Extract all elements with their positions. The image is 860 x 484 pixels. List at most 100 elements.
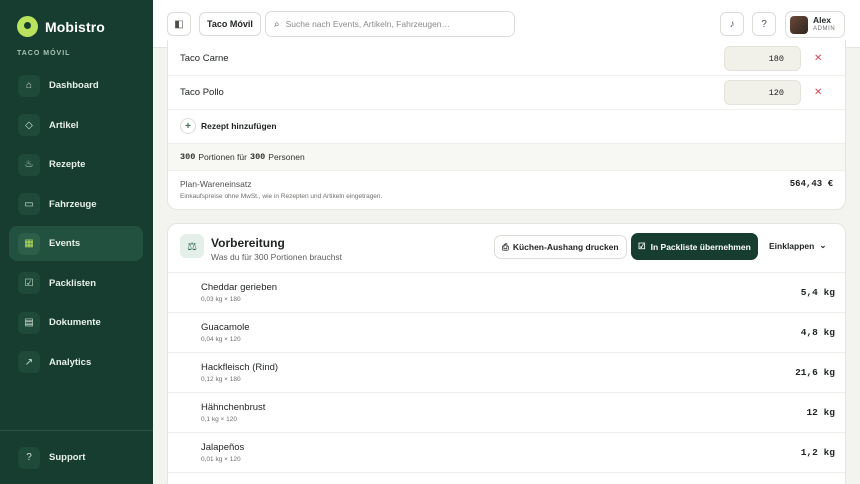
sidebar-item-label: Fahrzeuge (49, 198, 97, 210)
user-role: ADMIN (813, 26, 836, 32)
ingredient-formula: 0,01 kg × 120 (201, 456, 241, 463)
ingredient-formula: 0,04 kg × 120 (201, 336, 241, 343)
chevron-down-icon: ⌄ (819, 240, 827, 250)
list-item: Guacamole 0,04 kg × 120 4,8 kg (168, 313, 845, 353)
scale-icon: ⚖ (180, 234, 204, 258)
apply-to-packlist-button[interactable]: ☑ In Packliste übernehmen (631, 233, 758, 260)
sidebar-item-fahrzeuge[interactable]: ▭ Fahrzeuge (9, 187, 143, 222)
ingredient-name: Guacamole (201, 322, 250, 333)
persons-text: Personen (268, 152, 305, 162)
ingredient-formula: 0,12 kg × 180 (201, 376, 241, 383)
truck-icon: ▭ (18, 193, 40, 215)
apply-label: In Packliste übernehmen (650, 241, 751, 252)
help-circle-icon: ? (18, 446, 40, 469)
printer-icon: ⎙ (502, 241, 509, 252)
document-icon: ▤ (18, 311, 40, 334)
sidebar-item-label: Packlisten (49, 277, 96, 289)
search-box: ⌕ (265, 11, 515, 37)
brand[interactable]: Mobistro (17, 16, 105, 37)
persons-count: 300 (249, 152, 266, 162)
sidebar-item-label: Support (49, 452, 86, 463)
ingredient-amount: 21,6 kg (795, 367, 835, 378)
plan-cost-value: 564,43 € (789, 179, 833, 189)
user-name: Alex (813, 15, 831, 25)
recipe-row: Taco Pollo 120 ✕ (168, 76, 845, 110)
plan-cost-label: Plan-Wareneinsatz (180, 179, 252, 189)
portions-summary: 300 Portionen für 300 Personen (168, 143, 845, 171)
calendar-icon: ▦ (18, 232, 40, 255)
notifications-button[interactable]: ♪ (720, 12, 744, 36)
sidebar-item-packlisten[interactable]: ☑ Packlisten (9, 266, 143, 301)
sidebar-item-events[interactable]: ▦ Events (9, 226, 143, 261)
checklist-icon: ☑ (18, 272, 40, 294)
sidebar-item-support[interactable]: ? Support (9, 440, 143, 475)
recipe-qty-input[interactable]: 120 (724, 80, 801, 105)
ingredient-formula: 0,1 kg × 120 (201, 416, 237, 423)
avatar (790, 15, 808, 34)
sidebar-item-label: Dashboard (49, 80, 99, 91)
section-title: Vorbereitung (211, 236, 285, 250)
sidebar-item-dokumente[interactable]: ▤ Dokumente (9, 305, 143, 340)
list-item: Jalapeños 0,01 kg × 120 1,2 kg (168, 433, 845, 473)
sidebar-item-analytics[interactable]: ↗ Analytics (9, 345, 143, 380)
ingredient-amount: 1,2 kg (800, 447, 835, 458)
add-recipe-label: Rezept hinzufügen (201, 121, 277, 131)
user-menu[interactable]: Alex ADMIN (785, 11, 845, 38)
ingredient-name: Hackfleisch (Rind) (201, 362, 279, 373)
checkbox-icon: ☑ (638, 241, 646, 251)
artikel-icon: ◇ (18, 114, 40, 136)
recipe-qty-input[interactable]: 180 (724, 46, 801, 71)
organization-name: TACO MÓVIL (17, 50, 71, 57)
list-item: Hackfleisch (Rind) 0,12 kg × 180 21,6 kg (168, 353, 845, 393)
sidebar-item-label: Events (49, 238, 81, 249)
remove-recipe-close-icon[interactable]: ✕ (814, 53, 822, 64)
sidebar-divider (0, 430, 153, 431)
collapse-label: Einklappen (769, 240, 815, 251)
bell-icon: ♪ (729, 18, 735, 30)
portions-text: Portionen für (198, 152, 247, 162)
sidebar-nav: ⌂ Dashboard ◇ Artikel ♨ Rezepte ▭ Fahrze… (9, 68, 143, 384)
collapse-button[interactable]: Einklappen ⌄ (769, 240, 826, 251)
plan-cost-note: Einkaufspreise ohne MwSt., wie in Rezept… (180, 193, 383, 200)
chart-icon: ↗ (18, 351, 40, 373)
preparation-card: ⚖ Vorbereitung Was du für 300 Portionen … (167, 223, 846, 484)
recipe-icon: ♨ (18, 153, 40, 176)
home-icon: ⌂ (18, 74, 40, 97)
help-button[interactable]: ? (752, 12, 776, 36)
recipe-name: Taco Carne (180, 53, 229, 64)
sidebar-item-label: Rezepte (49, 159, 86, 170)
brand-logo-icon (17, 16, 38, 37)
search-input[interactable] (285, 19, 496, 29)
sidebar-item-artikel[interactable]: ◇ Artikel (9, 108, 143, 143)
context-chip[interactable]: Taco Móvil (199, 12, 261, 36)
section-subtitle: Was du für 300 Portionen brauchst (211, 252, 343, 262)
sidebar-item-dashboard[interactable]: ⌂ Dashboard (9, 68, 143, 103)
ingredient-amount: 4,8 kg (800, 327, 835, 338)
sidebar: Mobistro TACO MÓVIL ⌂ Dashboard ◇ Artike… (0, 0, 153, 484)
toggle-sidebar-button[interactable]: ◧ (167, 12, 191, 36)
sidebar-item-label: Dokumente (49, 317, 101, 328)
remove-recipe-close-icon[interactable]: ✕ (814, 87, 822, 98)
print-label: Küchen-Aushang drucken (512, 242, 619, 252)
search-icon: ⌕ (274, 18, 280, 30)
ingredient-name: Hähnchenbrust (201, 402, 266, 413)
sidebar-support: ? Support (9, 440, 143, 480)
list-item: Cheddar gerieben 0,03 kg × 180 5,4 kg (168, 273, 845, 313)
plus-icon: + (180, 118, 196, 134)
list-item: Hähnchenbrust 0,1 kg × 120 12 kg (168, 393, 845, 433)
print-kitchen-notice-button[interactable]: ⎙ Küchen-Aushang drucken (494, 235, 627, 259)
sidebar-toggle-icon: ◧ (174, 18, 184, 30)
recipe-row: Taco Carne 180 ✕ (168, 42, 845, 76)
add-recipe-button[interactable]: + Rezept hinzufügen (180, 118, 277, 134)
prep-list: Cheddar gerieben 0,03 kg × 180 5,4 kg Gu… (168, 272, 845, 473)
ingredient-formula: 0,03 kg × 180 (201, 296, 241, 303)
ingredient-amount: 5,4 kg (800, 287, 835, 298)
ingredient-name: Cheddar gerieben (201, 282, 278, 293)
portions-count: 300 (180, 152, 196, 162)
sidebar-item-label: Artikel (49, 119, 79, 131)
sidebar-item-label: Analytics (49, 356, 92, 368)
brand-name: Mobistro (45, 18, 105, 35)
sidebar-item-rezepte[interactable]: ♨ Rezepte (9, 147, 143, 182)
ingredient-name: Jalapeños (201, 442, 245, 453)
recipe-card: Taco Carne 180 ✕ Taco Pollo 120 ✕ + Reze… (167, 40, 846, 210)
